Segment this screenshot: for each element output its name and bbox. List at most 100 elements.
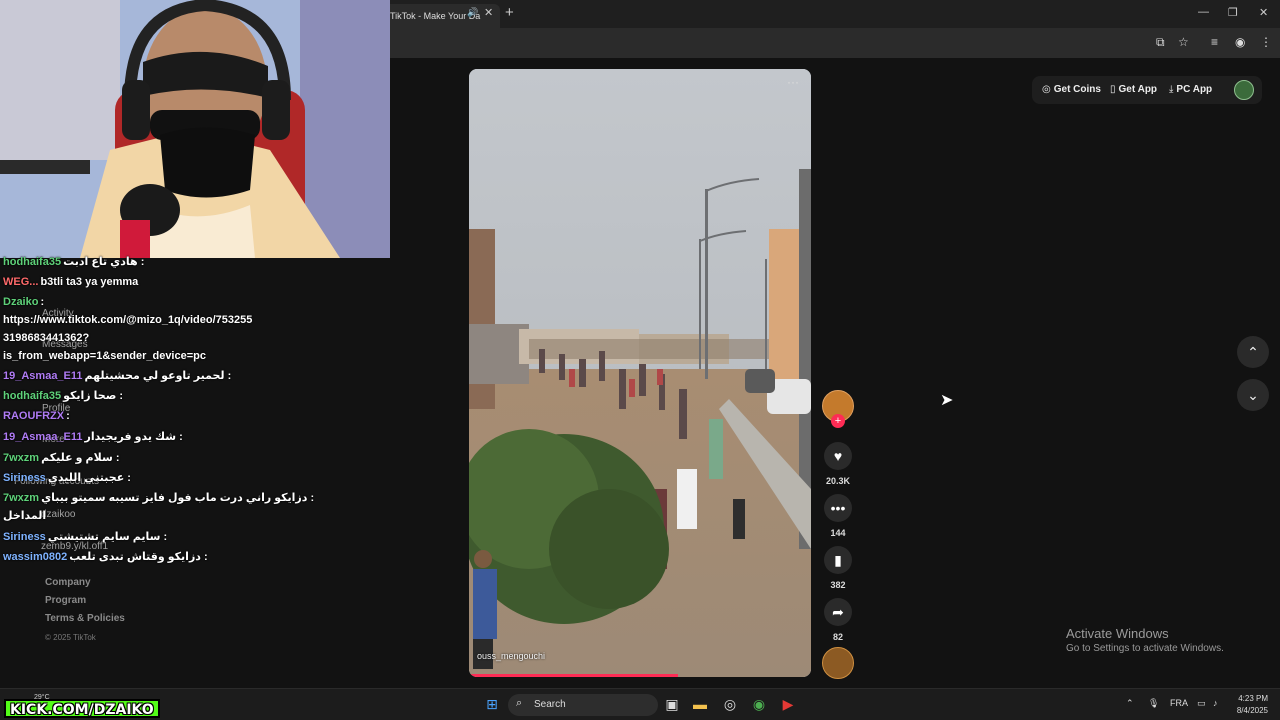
chat-username[interactable]: hodhaifa35	[3, 256, 61, 268]
chat-message: https://www.tiktok.com/@mizo_1q/video/75…	[3, 314, 252, 326]
music-disc-icon[interactable]	[822, 647, 854, 679]
chat-username[interactable]: hodhaifa35	[3, 390, 61, 402]
share-icon[interactable]: ➦	[824, 598, 852, 626]
more-options-icon[interactable]: ···	[787, 75, 799, 89]
install-app-icon[interactable]: ⧉	[1156, 35, 1165, 50]
chat-username[interactable]: Dzaiko	[3, 296, 38, 308]
share-count: 82	[832, 632, 843, 642]
get-app-button[interactable]: ▯ Get App	[1110, 84, 1157, 95]
chat-text: https://www.tiktok.com/@mizo_1q/video/75…	[3, 314, 253, 326]
minimize-icon[interactable]: —	[1198, 6, 1209, 18]
comment-icon[interactable]: •••	[824, 494, 852, 522]
chat-username[interactable]: 7wxzm	[3, 452, 39, 464]
menu-dots-icon[interactable]: ⋮	[1260, 35, 1272, 49]
video-progress-bar[interactable]	[469, 674, 678, 677]
chat-message: Siriness عجبتني الليدي :	[3, 471, 131, 484]
terms-link[interactable]: Terms & Policies	[45, 613, 125, 631]
network-icon[interactable]: ▭	[1197, 698, 1206, 709]
copyright: © 2025 TikTok	[45, 633, 96, 642]
task-view-icon[interactable]: ▣	[663, 695, 681, 713]
chat-text: المداخل	[3, 510, 47, 522]
tab-close-icon[interactable]: ✕	[484, 6, 493, 19]
pc-app-button[interactable]: ⤓ PC App	[1169, 84, 1212, 95]
activate-windows-watermark: Activate Windows Go to Settings to activ…	[1066, 626, 1224, 654]
chat-username[interactable]: wassim0802	[3, 551, 67, 563]
chat-text: :	[40, 296, 45, 308]
company-link[interactable]: Company	[45, 577, 125, 595]
system-clock[interactable]: 4:23 PM 8/4/2025	[1232, 693, 1268, 717]
chat-text: 3198683441362?	[3, 332, 90, 344]
language-indicator[interactable]: FRA	[1170, 698, 1188, 708]
heart-icon[interactable]: ♥	[824, 442, 852, 470]
windows-start-icon[interactable]: ⊞	[483, 695, 501, 713]
program-link[interactable]: Program	[45, 595, 125, 613]
stream-chat: hodhaifa35 هادي تاع ادبت : WEG... b3tli ta3…	[3, 255, 383, 575]
search-icon: ⌕	[516, 697, 523, 709]
chat-text: دزايكو وقتاش تبدى تلعب :	[69, 551, 208, 563]
next-video-button[interactable]: ⌄	[1237, 379, 1269, 411]
follow-plus-icon[interactable]: +	[831, 414, 845, 428]
bookmark-star-icon[interactable]: ☆	[1178, 35, 1189, 49]
chat-text: هادي تاع ادبت :	[63, 256, 145, 268]
top-actions-bar: ◎ Get Coins ▯ Get App ⤓ PC App	[1032, 76, 1262, 104]
browser-tab[interactable]: TikTok - Make Your Da	[380, 4, 500, 28]
chat-message: WEG... b3tli ta3 ya yemma	[3, 276, 138, 288]
coin-icon: ◎	[1042, 84, 1051, 95]
chat-username[interactable]: RAOUFRZX	[3, 410, 64, 422]
window-close-icon[interactable]: ✕	[1259, 6, 1268, 19]
bookmark-icon[interactable]: ▮	[824, 546, 852, 574]
video-author[interactable]: ouss_mengouchi	[477, 651, 545, 661]
download-icon: ⤓	[1169, 84, 1174, 95]
profile-icon[interactable]: ◉	[1235, 35, 1245, 49]
volume-icon[interactable]: ♪	[1213, 698, 1218, 708]
user-avatar[interactable]	[1234, 80, 1254, 100]
footer-links: Company Program Terms & Policies © 2025 …	[45, 577, 125, 642]
chat-message: Dzaiko:	[3, 296, 44, 308]
file-explorer-icon[interactable]: ▬	[691, 695, 709, 713]
chat-username[interactable]: 19_Asmaa_E11	[3, 431, 83, 443]
chat-message: hodhaifa35 صحا زايكو :	[3, 389, 123, 402]
chat-message: hodhaifa35 هادي تاع ادبت :	[3, 255, 144, 268]
restore-icon[interactable]: ❐	[1228, 6, 1238, 19]
new-tab-button[interactable]: +	[505, 4, 514, 21]
chat-text: سلام و عليكم :	[41, 452, 120, 464]
webcam-frame	[0, 0, 390, 258]
video-player[interactable]: ··· ouss_mengouchi	[469, 69, 811, 677]
save-count: 382	[830, 580, 846, 590]
app-icon[interactable]: ◎	[721, 695, 739, 713]
windows-taskbar: 29°C ⊞ ⌕ Search ▣ ▬ ◎ ◉ ▶ ⌃ 🎙 FRA ▭ ♪ 4:…	[0, 688, 1280, 720]
taskbar-search[interactable]: ⌕ Search	[508, 694, 658, 716]
chat-message: 7wxzm سلام و عليكم :	[3, 451, 120, 464]
chat-text: عجبتني الليدي :	[47, 472, 131, 484]
speaker-icon[interactable]: 🔊	[467, 7, 478, 18]
chat-text: :	[66, 410, 70, 422]
previous-video-button[interactable]: ⌃	[1237, 336, 1269, 368]
tray-chevron-icon[interactable]: ⌃	[1126, 698, 1134, 709]
kick-text: KICK.COM/DZAIKO	[10, 702, 154, 718]
microphone-icon[interactable]: 🎙	[1148, 698, 1159, 709]
video-frame	[469, 69, 811, 677]
comment-count: 144	[830, 528, 846, 538]
chat-message: 19_Asmaa_E11 لحمير تاوعو لي محشيتلهم :	[3, 369, 231, 382]
media-controls-icon[interactable]: ≡	[1211, 35, 1218, 49]
get-coins-button[interactable]: ◎ Get Coins	[1042, 84, 1101, 95]
media-player-icon[interactable]: ▶	[779, 695, 797, 713]
chrome-icon[interactable]: ◉	[750, 695, 768, 713]
chat-username[interactable]: Siriness	[3, 472, 46, 484]
mouse-cursor-icon: ➤	[940, 392, 954, 409]
chat-username[interactable]: WEG...	[3, 276, 38, 288]
chat-message: المداخل	[3, 509, 46, 522]
chat-message: RAOUFRZX:	[3, 410, 70, 422]
chat-text: لحمير تاوعو لي محشيتلهم :	[84, 370, 232, 382]
chat-text: سايم سايم تشتيشتي :	[47, 531, 168, 543]
chat-username[interactable]: 19_Asmaa_E11	[3, 370, 83, 382]
chat-message: 3198683441362?	[3, 332, 89, 344]
chat-text: دزايكو راني درت ماب فول فايز تسيبه سميتو…	[41, 492, 315, 504]
chat-message: wassim0802 دزايكو وقتاش تبدى تلعب :	[3, 550, 208, 563]
kick-channel-overlay: KICK.COM/DZAIKO	[4, 699, 160, 718]
chat-text: b3tli ta3 ya yemma	[40, 276, 139, 288]
phone-icon: ▯	[1110, 84, 1116, 95]
chat-message: is_from_webapp=1&sender_device=pc	[3, 350, 206, 362]
chat-username[interactable]: 7wxzm	[3, 492, 39, 504]
chat-username[interactable]: Siriness	[3, 531, 46, 543]
